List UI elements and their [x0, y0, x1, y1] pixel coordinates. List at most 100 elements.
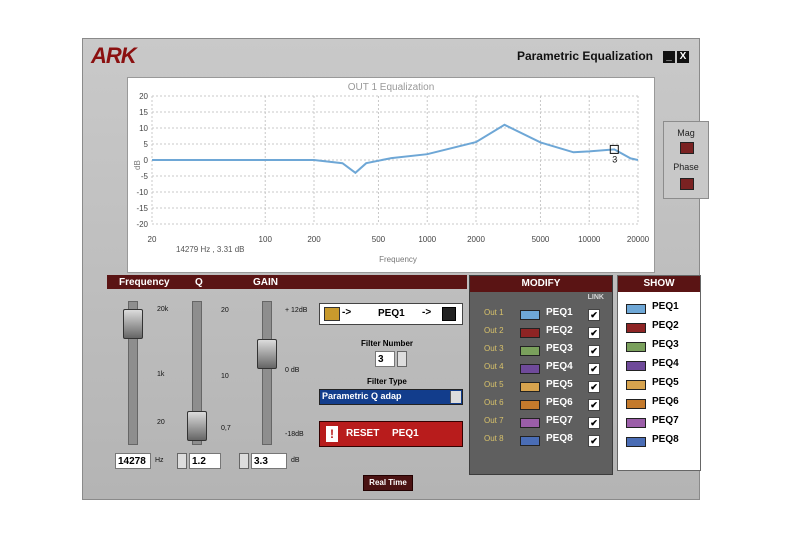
peq-label[interactable]: PEQ8 [546, 433, 573, 444]
link-checkbox[interactable]: ✔ [588, 345, 600, 357]
show-peq-label[interactable]: PEQ6 [652, 396, 679, 407]
gain-spinner[interactable] [239, 453, 249, 469]
gain-mid-label: 0 dB [285, 367, 300, 374]
save-disk-icon[interactable] [442, 307, 456, 321]
q-value-field[interactable]: 1.2 [189, 453, 221, 469]
marker-label: 3 [612, 154, 617, 164]
modify-row: Out 3 PEQ3 ✔ [470, 342, 612, 358]
filter-type-label: Filter Type [367, 377, 407, 386]
show-color-swatch[interactable] [626, 361, 646, 371]
link-checkbox[interactable]: ✔ [588, 399, 600, 411]
mag-toggle[interactable] [680, 142, 694, 154]
show-peq-label[interactable]: PEQ5 [652, 377, 679, 388]
window-title: Parametric Equalization [516, 49, 653, 63]
y-tick-label: -5 [141, 172, 149, 181]
show-color-swatch[interactable] [626, 380, 646, 390]
filter-number-field[interactable]: 3 [375, 351, 395, 367]
show-panel: SHOW PEQ1 PEQ2 PEQ3 PEQ4 PEQ5 PEQ6 PEQ7 PEQ8 [617, 275, 701, 471]
modify-row: Out 1 PEQ1 ✔ [470, 306, 612, 322]
peq-label[interactable]: PEQ1 [546, 307, 573, 318]
filter-type-select[interactable]: Parametric Q adap [319, 389, 463, 405]
link-checkbox[interactable]: ✔ [588, 327, 600, 339]
gain-slider-track[interactable] [262, 301, 272, 445]
peq-color-swatch[interactable] [520, 328, 540, 338]
peq-color-swatch[interactable] [520, 436, 540, 446]
q-slider-handle[interactable] [187, 411, 207, 441]
link-checkbox[interactable]: ✔ [588, 381, 600, 393]
show-color-swatch[interactable] [626, 399, 646, 409]
show-row: PEQ2 [618, 319, 700, 335]
link-label: LINK [587, 294, 604, 301]
show-peq-label[interactable]: PEQ2 [652, 320, 679, 331]
peq-label[interactable]: PEQ3 [546, 343, 573, 354]
modify-row: Out 2 PEQ2 ✔ [470, 324, 612, 340]
show-peq-label[interactable]: PEQ8 [652, 434, 679, 445]
y-tick-label: 10 [139, 124, 148, 133]
graph-title: OUT 1 Equalization [348, 82, 435, 93]
link-checkbox[interactable]: ✔ [588, 309, 600, 321]
graph-xlabel: Frequency [379, 255, 417, 264]
peq-color-swatch[interactable] [520, 418, 540, 428]
mag-label: Mag [677, 128, 695, 138]
output-label: Out 5 [484, 380, 504, 389]
modify-row: Out 7 PEQ7 ✔ [470, 414, 612, 430]
q-mid-label: 10 [221, 373, 229, 380]
modify-row: Out 8 PEQ8 ✔ [470, 432, 612, 448]
link-checkbox[interactable]: ✔ [588, 363, 600, 375]
modify-panel: MODIFY LINK Out 1 PEQ1 ✔ Out 2 PEQ2 ✔ Out 3 PEQ… [469, 275, 613, 475]
output-label: Out 2 [484, 326, 504, 335]
y-tick-label: 20 [139, 92, 148, 101]
peq-label[interactable]: PEQ4 [546, 361, 573, 372]
show-row: PEQ7 [618, 414, 700, 430]
warning-icon: ! [326, 426, 338, 442]
save-arrow: -> [422, 307, 432, 318]
eq-graph[interactable]: OUT 1 Equalization dB Frequency 14279 Hz… [128, 78, 654, 272]
phase-toggle[interactable] [680, 178, 694, 190]
peq-label[interactable]: PEQ7 [546, 415, 573, 426]
show-color-swatch[interactable] [626, 342, 646, 352]
filter-number-label: Filter Number [361, 339, 414, 348]
modify-header: MODIFY [470, 276, 612, 292]
show-peq-label[interactable]: PEQ1 [652, 301, 679, 312]
x-tick-label: 5000 [532, 235, 550, 244]
peq-label[interactable]: PEQ5 [546, 379, 573, 390]
peq-color-swatch[interactable] [520, 346, 540, 356]
close-button[interactable]: X [677, 51, 689, 63]
link-checkbox[interactable]: ✔ [588, 435, 600, 447]
filter-number-spinner[interactable] [397, 351, 407, 367]
link-checkbox[interactable]: ✔ [588, 417, 600, 429]
y-tick-label: 5 [144, 140, 149, 149]
show-color-swatch[interactable] [626, 323, 646, 333]
freq-unit: Hz [155, 457, 164, 464]
folder-open-icon[interactable] [324, 307, 340, 321]
show-peq-label[interactable]: PEQ4 [652, 358, 679, 369]
modify-row: Out 4 PEQ4 ✔ [470, 360, 612, 376]
peq-color-swatch[interactable] [520, 382, 540, 392]
y-tick-label: -10 [136, 188, 148, 197]
show-row: PEQ4 [618, 357, 700, 373]
reset-peq-button[interactable]: ! RESET PEQ1 [319, 421, 463, 447]
show-color-swatch[interactable] [626, 437, 646, 447]
output-label: Out 4 [484, 362, 504, 371]
gain-value-field[interactable]: 3.3 [251, 453, 287, 469]
output-label: Out 3 [484, 344, 504, 353]
peq-color-swatch[interactable] [520, 364, 540, 374]
peq-label[interactable]: PEQ2 [546, 325, 573, 336]
chevron-down-icon[interactable] [450, 391, 461, 403]
minimize-button[interactable]: _ [663, 51, 675, 63]
show-color-swatch[interactable] [626, 418, 646, 428]
y-tick-label: 0 [144, 156, 149, 165]
x-tick-label: 1000 [418, 235, 436, 244]
show-color-swatch[interactable] [626, 304, 646, 314]
freq-slider-handle[interactable] [123, 309, 143, 339]
show-peq-label[interactable]: PEQ3 [652, 339, 679, 350]
freq-header: Frequency [119, 277, 170, 288]
freq-value-field[interactable]: 14278 [115, 453, 151, 469]
peq-color-swatch[interactable] [520, 400, 540, 410]
show-peq-label[interactable]: PEQ7 [652, 415, 679, 426]
peq-color-swatch[interactable] [520, 310, 540, 320]
peq-label[interactable]: PEQ6 [546, 397, 573, 408]
realtime-button[interactable]: Real Time [363, 475, 413, 491]
gain-slider-handle[interactable] [257, 339, 277, 369]
q-spinner[interactable] [177, 453, 187, 469]
